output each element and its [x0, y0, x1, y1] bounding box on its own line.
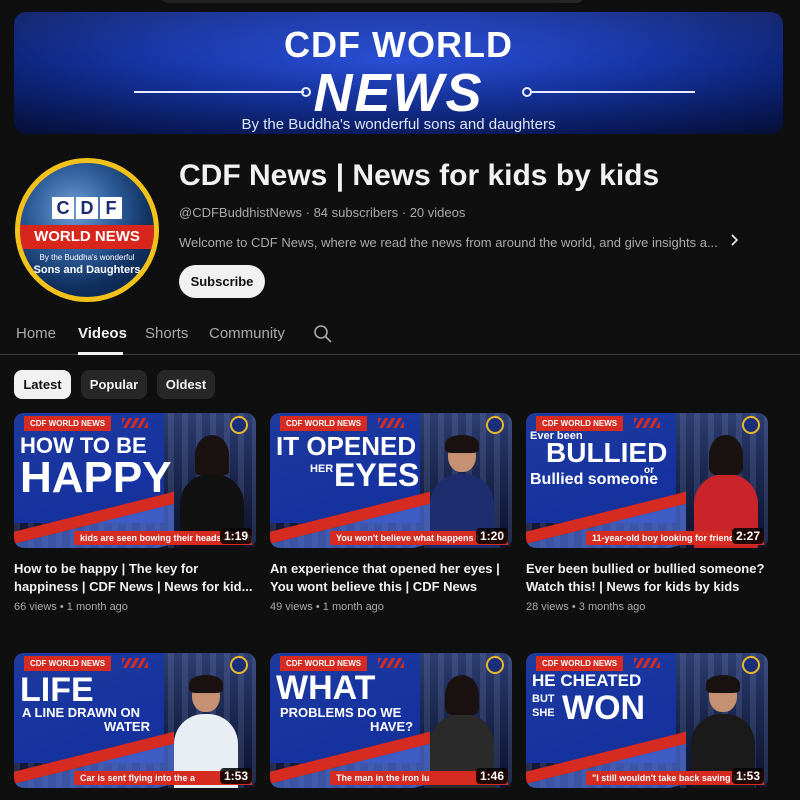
video-title[interactable]: How to be happy | The key for happiness … — [14, 560, 254, 596]
banner-line2: NEWS — [313, 63, 484, 123]
thumb-headline-big: WHAT — [276, 669, 376, 707]
thumb-arrows — [378, 418, 404, 428]
thumb-headline-small: SHE — [532, 707, 555, 719]
emblem-icon — [486, 656, 504, 674]
meta-separator: · — [398, 205, 410, 220]
thumb-arrows — [634, 418, 660, 428]
video-title[interactable]: Ever been bullied or bullied someone? Wa… — [526, 560, 766, 596]
video-duration: 1:19 — [219, 528, 252, 544]
thumb-tag: CDF WORLD NEWS — [536, 416, 624, 431]
channel-banner: CDF WORLD NEWS By the Buddha's wonderful… — [14, 12, 783, 134]
thumb-arrows — [634, 658, 660, 668]
chip-popular[interactable]: Popular — [81, 370, 147, 399]
upload-age: 1 month ago — [322, 601, 384, 613]
video-meta: 28 views • 3 months ago — [526, 601, 646, 613]
video-count: 20 videos — [409, 205, 466, 220]
video-card[interactable]: CDF WORLD NEWS LIFE A LINE DRAWN ON WATE… — [14, 653, 256, 788]
subscribe-button[interactable]: Subscribe — [179, 265, 265, 298]
avatar-letter: C — [52, 197, 74, 219]
banner-tagline: By the Buddha's wonderful sons and daugh… — [241, 116, 556, 133]
thumb-tag: CDF WORLD NEWS — [24, 416, 112, 431]
chip-oldest[interactable]: Oldest — [157, 370, 215, 399]
video-duration: 1:53 — [219, 768, 252, 784]
thumb-tag: CDF WORLD NEWS — [24, 656, 112, 671]
tab-videos[interactable]: Videos — [78, 325, 127, 342]
channel-description[interactable]: Welcome to CDF News, where we read the n… — [179, 233, 740, 251]
thumb-tag: CDF WORLD NEWS — [536, 656, 624, 671]
video-title[interactable]: An experience that opened her eyes | You… — [270, 560, 510, 596]
channel-title: CDF News | News for kids by kids — [179, 159, 660, 192]
tab-home[interactable]: Home — [16, 325, 56, 342]
video-card[interactable]: CDF WORLD NEWS HOW TO BE HAPPY kids are … — [14, 413, 256, 613]
thumb-headline-small: BUT — [532, 693, 555, 705]
channel-handle: @CDFBuddhistNews — [179, 205, 303, 220]
channel-tabs: Home Videos Shorts Community — [0, 315, 800, 355]
description-text: Welcome to CDF News, where we read the n… — [179, 234, 718, 250]
thumb-headline: WATER — [104, 719, 150, 734]
video-duration: 1:20 — [475, 528, 508, 544]
video-thumbnail[interactable]: CDF WORLD NEWS HE CHEATED BUT SHE WON "I… — [526, 653, 768, 788]
video-thumbnail[interactable]: CDF WORLD NEWS IT OPENED HER EYES You wo… — [270, 413, 512, 548]
video-card[interactable]: CDF WORLD NEWS Ever been BULLIED or Bull… — [526, 413, 768, 613]
active-tab-indicator — [78, 352, 123, 355]
emblem-icon — [230, 416, 248, 434]
avatar-letters: CDF — [20, 197, 154, 219]
video-card[interactable]: CDF WORLD NEWS HE CHEATED BUT SHE WON "I… — [526, 653, 768, 788]
video-duration: 2:27 — [731, 528, 764, 544]
video-meta: 49 views • 1 month ago — [270, 601, 384, 613]
thumb-headline: HAVE? — [370, 719, 414, 734]
thumb-headline-big: EYES — [334, 457, 420, 493]
meta-separator: · — [302, 205, 314, 220]
thumb-headline: A LINE DRAWN ON — [22, 705, 140, 720]
video-thumbnail[interactable]: CDF WORLD NEWS Ever been BULLIED or Bull… — [526, 413, 768, 548]
banner-rule-right — [530, 91, 695, 93]
thumb-headline-big: WON — [562, 689, 646, 727]
avatar-subtitle-2: Sons and Daughters — [33, 264, 141, 276]
emblem-icon — [230, 656, 248, 674]
thumb-headline-small: HER — [310, 463, 334, 475]
emblem-icon — [742, 656, 760, 674]
channel-meta: @CDFBuddhistNews · 84 subscribers · 20 v… — [179, 205, 465, 220]
thumb-headline: HE CHEATED — [532, 671, 642, 690]
video-thumbnail[interactable]: CDF WORLD NEWS LIFE A LINE DRAWN ON WATE… — [14, 653, 256, 788]
video-card[interactable]: CDF WORLD NEWS WHAT PROBLEMS DO WE HAVE?… — [270, 653, 512, 788]
tab-shorts[interactable]: Shorts — [145, 325, 188, 342]
thumb-arrows — [378, 658, 404, 668]
video-duration: 1:53 — [731, 768, 764, 784]
subscriber-count: 84 subscribers — [313, 205, 399, 220]
tab-community[interactable]: Community — [209, 325, 285, 342]
avatar-band: WORLD NEWS — [20, 225, 154, 249]
banner-line1: CDF WORLD — [284, 24, 513, 65]
video-thumbnail[interactable]: CDF WORLD NEWS HOW TO BE HAPPY kids are … — [14, 413, 256, 548]
thumb-headline-big: HAPPY — [20, 453, 172, 502]
view-count: 28 views — [526, 601, 569, 613]
avatar-letter: F — [100, 197, 122, 219]
video-meta: 66 views • 1 month ago — [14, 601, 128, 613]
chip-latest[interactable]: Latest — [14, 370, 71, 399]
thumb-headline: Bullied someone — [530, 471, 659, 488]
emblem-icon — [742, 416, 760, 434]
avatar-letter: D — [76, 197, 98, 219]
search-icon[interactable] — [313, 324, 333, 344]
upload-age: 3 months ago — [578, 601, 646, 613]
thumb-arrows — [122, 418, 148, 428]
view-count: 66 views — [14, 601, 57, 613]
avatar-subtitle: By the Buddha's wonderful — [39, 253, 135, 262]
video-duration: 1:46 — [475, 768, 508, 784]
thumb-headline: PROBLEMS DO WE — [280, 705, 402, 720]
chevron-right-icon[interactable] — [730, 233, 740, 251]
thumb-arrows — [122, 658, 148, 668]
thumb-tag: CDF WORLD NEWS — [280, 416, 368, 431]
top-search-bar-edge — [160, 0, 580, 3]
view-count: 49 views — [270, 601, 313, 613]
emblem-icon — [486, 416, 504, 434]
video-thumbnail[interactable]: CDF WORLD NEWS WHAT PROBLEMS DO WE HAVE?… — [270, 653, 512, 788]
upload-age: 1 month ago — [66, 601, 128, 613]
channel-avatar[interactable]: CDF WORLD NEWS By the Buddha's wonderful… — [15, 158, 159, 302]
video-card[interactable]: CDF WORLD NEWS IT OPENED HER EYES You wo… — [270, 413, 512, 613]
